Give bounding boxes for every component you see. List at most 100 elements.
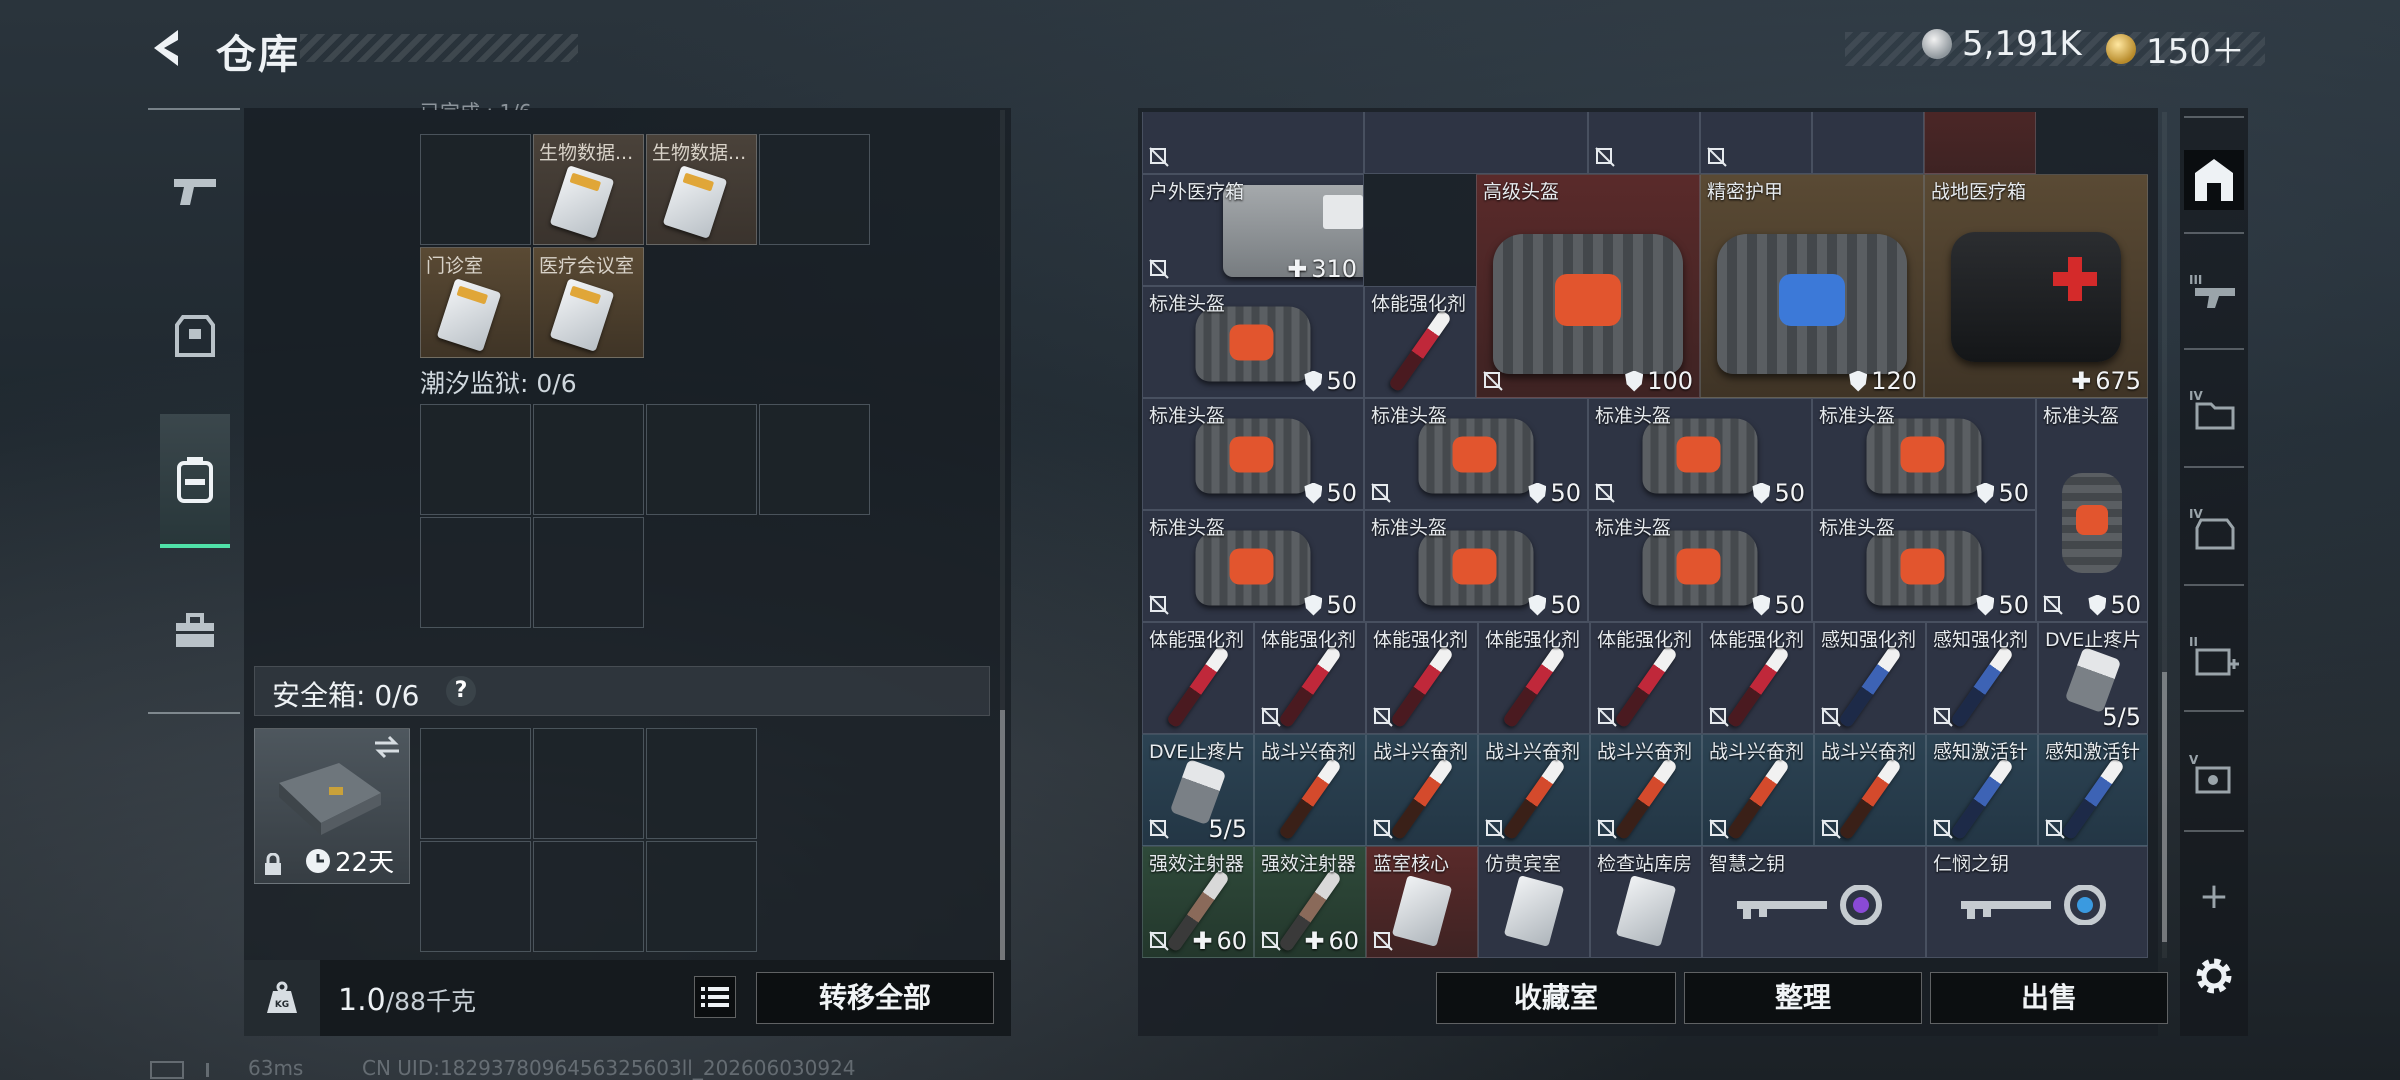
item-slot[interactable]: 生物数据...: [533, 134, 644, 245]
sidebar-item-weapons[interactable]: [160, 156, 230, 226]
stash-item[interactable]: 标准头盔 50: [1142, 398, 1364, 510]
stash-item[interactable]: [1924, 112, 2036, 174]
stash-item[interactable]: 战斗兴奋剂: [1814, 734, 1926, 846]
stash-item[interactable]: 体能强化剂: [1366, 622, 1478, 734]
stash-item[interactable]: 战斗兴奋剂: [1590, 734, 1702, 846]
stash-item[interactable]: DVE止疼片 5/5: [1142, 734, 1254, 846]
stash-item[interactable]: 标准头盔 50: [1812, 510, 2036, 622]
empty-slot[interactable]: [533, 517, 644, 628]
stash-item[interactable]: [1142, 112, 1364, 174]
organize-button[interactable]: 整理: [1684, 972, 1922, 1024]
category-armor[interactable]: IV: [2184, 498, 2244, 558]
syringe-icon: [1725, 757, 1791, 841]
stash-item[interactable]: 精密护甲 120: [1700, 174, 1924, 398]
item-slot[interactable]: 生物数据...: [646, 134, 757, 245]
stash-item[interactable]: 强效注射器 ✚ 60: [1254, 846, 1366, 958]
empty-slot[interactable]: [533, 728, 644, 839]
stash-item[interactable]: 感知激活针: [1926, 734, 2038, 846]
stash-item[interactable]: 标准头盔 50: [2036, 398, 2148, 622]
left-scroll-thumb[interactable]: [1000, 710, 1005, 960]
stash-item[interactable]: 战斗兴奋剂: [1366, 734, 1478, 846]
stash-scrollbar[interactable]: [2162, 112, 2167, 958]
stash-item[interactable]: 蓝室核心: [1366, 846, 1478, 958]
stash-item[interactable]: 户外医疗箱 ✚ 310: [1142, 174, 1364, 286]
item-slot[interactable]: 门诊室: [420, 247, 531, 358]
stash-item[interactable]: 战斗兴奋剂: [1702, 734, 1814, 846]
category-divider: [2184, 830, 2244, 832]
sidebar-item-backpack[interactable]: [160, 414, 230, 548]
stash-item[interactable]: 标准头盔 50: [1812, 398, 2036, 510]
stash-item[interactable]: 战斗兴奋剂: [1254, 734, 1366, 846]
stash-item[interactable]: DVE止疼片 5/5: [2038, 622, 2148, 734]
settings-button[interactable]: [2184, 946, 2244, 1006]
empty-slot[interactable]: [646, 404, 757, 515]
category-all[interactable]: [2184, 150, 2244, 210]
transfer-all-button[interactable]: 转移全部: [756, 972, 994, 1024]
stash-item[interactable]: 感知强化剂: [1926, 622, 2038, 734]
swap-icon[interactable]: [373, 735, 401, 759]
home-icon: [2195, 159, 2233, 201]
stash-item[interactable]: 战斗兴奋剂: [1478, 734, 1590, 846]
stash-item[interactable]: 强效注射器 ✚ 60: [1142, 846, 1254, 958]
stash-item[interactable]: 仿贵宾室: [1478, 846, 1590, 958]
item-slot[interactable]: 医疗会议室: [533, 247, 644, 358]
safe-box-label: 安全箱: 0/6: [272, 679, 420, 712]
empty-slot[interactable]: [533, 841, 644, 952]
vest-icon: IV: [2189, 507, 2235, 550]
stash-item[interactable]: 检查站库房: [1590, 846, 1702, 958]
stash-item[interactable]: 体能强化剂: [1702, 622, 1814, 734]
stash-item[interactable]: 标准头盔 50: [1142, 286, 1364, 398]
empty-slot[interactable]: [646, 841, 757, 952]
stash-item[interactable]: [1588, 112, 1700, 174]
back-button[interactable]: [148, 26, 192, 70]
left-scrollbar[interactable]: [1000, 110, 1005, 960]
stash-item[interactable]: 感知强化剂: [1814, 622, 1926, 734]
gold-currency[interactable]: 150＋: [2106, 24, 2245, 73]
stash-item[interactable]: 标准头盔 50: [1142, 510, 1364, 622]
stash-item[interactable]: 仁悯之钥: [1926, 846, 2148, 958]
category-medical[interactable]: II: [2184, 626, 2244, 686]
stash-item[interactable]: 高级头盔 100: [1476, 174, 1700, 398]
safe-icon: V: [2189, 753, 2231, 794]
add-category-button[interactable]: +: [2184, 866, 2244, 926]
category-valuables[interactable]: V: [2184, 744, 2244, 804]
stash-item[interactable]: 感知激活针: [2038, 734, 2148, 846]
empty-slot[interactable]: [420, 404, 531, 515]
category-weapons[interactable]: III: [2184, 262, 2244, 322]
empty-slot[interactable]: [420, 841, 531, 952]
stash-item[interactable]: 标准头盔 50: [1364, 398, 1588, 510]
empty-slot[interactable]: [420, 517, 531, 628]
list-view-button[interactable]: [694, 976, 736, 1018]
stash-item[interactable]: 体能强化剂: [1478, 622, 1590, 734]
empty-slot[interactable]: [759, 404, 870, 515]
empty-slot[interactable]: [646, 728, 757, 839]
category-backpacks[interactable]: IV: [2184, 380, 2244, 440]
no-insure-icon: [2043, 595, 2063, 615]
empty-slot[interactable]: [420, 728, 531, 839]
help-icon[interactable]: ?: [446, 676, 476, 706]
sidebar-item-tools[interactable]: [160, 596, 230, 666]
stash-item[interactable]: 标准头盔 50: [1588, 510, 1812, 622]
armor-icon: [1528, 482, 1547, 504]
stash-scroll-thumb[interactable]: [2162, 672, 2167, 942]
stash-item[interactable]: 战地医疗箱 ✚ 675: [1924, 174, 2148, 398]
collection-room-button[interactable]: 收藏室: [1436, 972, 1676, 1024]
stash-item[interactable]: 智慧之钥: [1702, 846, 1926, 958]
stash-item[interactable]: [1812, 112, 1924, 174]
stash-item[interactable]: [1700, 112, 1812, 174]
stash-item[interactable]: 体能强化剂: [1364, 286, 1476, 398]
stash-item[interactable]: [1364, 112, 1588, 174]
sell-button[interactable]: 出售: [1930, 972, 2168, 1024]
stash-item[interactable]: 标准头盔 50: [1364, 510, 1588, 622]
stash-item[interactable]: 体能强化剂: [1590, 622, 1702, 734]
stash-item[interactable]: 体能强化剂: [1254, 622, 1366, 734]
safe-box-item[interactable]: 22天: [254, 728, 410, 884]
stash-item[interactable]: 体能强化剂: [1142, 622, 1254, 734]
stash-item[interactable]: 标准头盔 50: [1588, 398, 1812, 510]
empty-slot[interactable]: [533, 404, 644, 515]
sidebar-item-armor[interactable]: [160, 302, 230, 372]
syringe-icon: [1501, 757, 1567, 841]
empty-slot[interactable]: [420, 134, 531, 245]
armor-icon: [1752, 482, 1771, 504]
empty-slot[interactable]: [759, 134, 870, 245]
